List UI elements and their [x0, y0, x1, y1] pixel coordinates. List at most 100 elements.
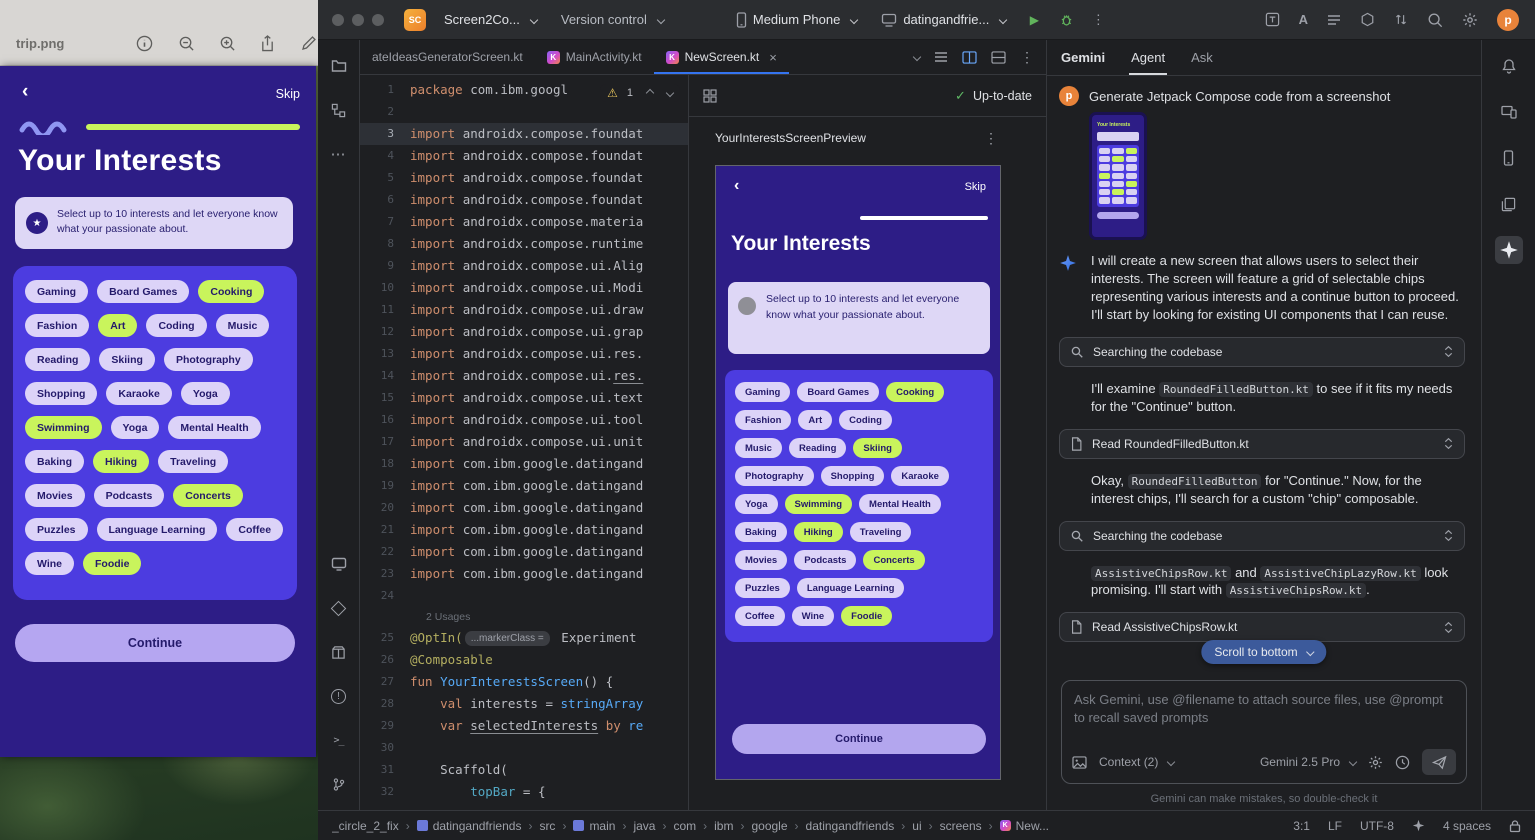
- tab-ask[interactable]: Ask: [1191, 40, 1213, 75]
- editor-tab[interactable]: ateIdeasGeneratorScreen.kt: [360, 40, 535, 74]
- zoom-out-icon[interactable]: [178, 35, 195, 52]
- expand-collapse-icon[interactable]: [1443, 621, 1454, 634]
- editor-tab[interactable]: KNewScreen.kt×: [654, 40, 789, 74]
- code-line[interactable]: 3import androidx.compose.foundat: [360, 123, 688, 145]
- build-icon[interactable]: [1360, 12, 1375, 27]
- breadcrumb-item[interactable]: datingandfriends: [417, 819, 522, 833]
- code-line[interactable]: 9import androidx.compose.ui.Alig: [360, 255, 688, 277]
- sync-icon[interactable]: [1394, 12, 1408, 27]
- app-inspection-icon[interactable]: [325, 638, 353, 666]
- scroll-to-bottom-button[interactable]: Scroll to bottom: [1201, 640, 1326, 664]
- breadcrumb-item[interactable]: ibm: [714, 819, 733, 833]
- tool-call-card[interactable]: Searching the codebase: [1059, 521, 1465, 551]
- breadcrumb-item[interactable]: com: [673, 819, 696, 833]
- resource-manager-icon[interactable]: [1495, 190, 1523, 218]
- editor-list-icon[interactable]: [934, 51, 948, 63]
- tool-call-card[interactable]: Read RoundedFilledButton.kt: [1059, 429, 1465, 459]
- code-line[interactable]: 24: [360, 585, 688, 607]
- breadcrumb-item[interactable]: ui: [912, 819, 921, 833]
- code-line[interactable]: 6import androidx.compose.foundat: [360, 189, 688, 211]
- prev-issue-icon[interactable]: [646, 89, 654, 97]
- code-line[interactable]: 26@Composable: [360, 649, 688, 671]
- more-tool-windows-icon[interactable]: ⋯: [325, 140, 353, 168]
- project-tool-icon[interactable]: [325, 52, 353, 80]
- breadcrumb-item[interactable]: main: [573, 819, 615, 833]
- code-line[interactable]: 14import androidx.compose.ui.res.: [360, 365, 688, 387]
- git-tool-icon[interactable]: [325, 770, 353, 798]
- zoom-in-icon[interactable]: [219, 35, 236, 52]
- code-line[interactable]: 22import com.ibm.google.datingand: [360, 541, 688, 563]
- code-line[interactable]: 11import androidx.compose.ui.draw: [360, 299, 688, 321]
- breadcrumb-item[interactable]: _circle_2_fix: [332, 819, 399, 833]
- breadcrumb-item[interactable]: datingandfriends: [806, 819, 895, 833]
- code-editor[interactable]: 1package com.ibm.googl23import androidx.…: [360, 75, 688, 810]
- editor-layout-icon[interactable]: [991, 51, 1006, 64]
- run-config-selector[interactable]: datingandfrie...: [873, 8, 1014, 31]
- code-line[interactable]: 15import androidx.compose.ui.text: [360, 387, 688, 409]
- breadcrumb-item[interactable]: KNew...: [1000, 819, 1049, 833]
- code-line[interactable]: 32 topBar = {: [360, 781, 688, 803]
- user-avatar[interactable]: p: [1497, 9, 1519, 31]
- vcs-selector[interactable]: Version control: [553, 8, 672, 31]
- app-insights-icon[interactable]: [325, 594, 353, 622]
- task-list-icon[interactable]: [1327, 14, 1341, 26]
- project-selector[interactable]: Screen2Co...: [436, 8, 545, 31]
- code-line[interactable]: 31 Scaffold(: [360, 759, 688, 781]
- terminal-icon[interactable]: >_: [325, 726, 353, 754]
- code-line[interactable]: 8import androidx.compose.runtime: [360, 233, 688, 255]
- code-line[interactable]: 30: [360, 737, 688, 759]
- code-line[interactable]: 13import androidx.compose.ui.res.: [360, 343, 688, 365]
- code-line[interactable]: 21import com.ibm.google.datingand: [360, 519, 688, 541]
- code-line[interactable]: 17import androidx.compose.ui.unit: [360, 431, 688, 453]
- structure-tool-icon[interactable]: [325, 96, 353, 124]
- indent-setting[interactable]: 4 spaces: [1443, 819, 1491, 833]
- code-line[interactable]: 23import com.ibm.google.datingand: [360, 563, 688, 585]
- code-line[interactable]: 16import androidx.compose.ui.tool: [360, 409, 688, 431]
- code-line[interactable]: 28 val interests = stringArray: [360, 693, 688, 715]
- usages-hint[interactable]: 2 Usages: [360, 607, 688, 627]
- device-manager-icon[interactable]: [1495, 144, 1523, 172]
- code-line[interactable]: 19import com.ibm.google.datingand: [360, 475, 688, 497]
- send-button[interactable]: [1422, 749, 1456, 775]
- attach-image-icon[interactable]: [1072, 756, 1087, 769]
- code-line[interactable]: 12import androidx.compose.ui.grap: [360, 321, 688, 343]
- more-run-options-icon[interactable]: ⋮: [1086, 7, 1110, 33]
- expand-collapse-icon[interactable]: [1443, 529, 1454, 542]
- running-devices-icon[interactable]: [325, 550, 353, 578]
- tab-agent[interactable]: Agent: [1131, 40, 1165, 75]
- window-zoom-button[interactable]: [372, 14, 384, 26]
- preview-options-icon[interactable]: ⋮: [984, 131, 998, 145]
- code-line[interactable]: 7import androidx.compose.materia: [360, 211, 688, 233]
- editor-options-icon[interactable]: ⋮: [1020, 50, 1034, 64]
- window-close-button[interactable]: [332, 14, 344, 26]
- line-separator[interactable]: LF: [1328, 819, 1342, 833]
- code-line[interactable]: 29 var selectedInterests by re: [360, 715, 688, 737]
- breadcrumb-item[interactable]: screens: [940, 819, 982, 833]
- gemini-tool-icon[interactable]: [1495, 236, 1523, 264]
- hidden-tabs-icon[interactable]: [913, 53, 921, 61]
- gemini-status-icon[interactable]: [1412, 819, 1425, 832]
- problems-icon[interactable]: !: [325, 682, 353, 710]
- prompt-input[interactable]: Ask Gemini, use @filename to attach sour…: [1061, 680, 1467, 784]
- info-icon[interactable]: [136, 35, 153, 52]
- breadcrumb-item[interactable]: google: [751, 819, 787, 833]
- breadcrumb-item[interactable]: java: [633, 819, 655, 833]
- readonly-lock-icon[interactable]: [1509, 819, 1521, 833]
- code-line[interactable]: 5import androidx.compose.foundat: [360, 167, 688, 189]
- history-icon[interactable]: [1395, 755, 1410, 770]
- markup-pencil-icon[interactable]: [301, 35, 317, 51]
- device-selector[interactable]: Medium Phone: [728, 8, 865, 32]
- editor-tab[interactable]: KMainActivity.kt: [535, 40, 654, 74]
- device-streaming-icon[interactable]: [1495, 98, 1523, 126]
- code-line[interactable]: 10import androidx.compose.ui.Modi: [360, 277, 688, 299]
- split-preview-icon[interactable]: [962, 51, 977, 64]
- model-selector[interactable]: Gemini 2.5 Pro: [1260, 755, 1356, 769]
- tool-call-card[interactable]: Searching the codebase: [1059, 337, 1465, 367]
- breadcrumb-item[interactable]: src: [539, 819, 555, 833]
- close-tab-icon[interactable]: ×: [769, 51, 777, 64]
- device-mirror-icon[interactable]: [1265, 12, 1280, 27]
- next-issue-icon[interactable]: [666, 89, 674, 97]
- expand-collapse-icon[interactable]: [1443, 437, 1454, 450]
- expand-collapse-icon[interactable]: [1443, 345, 1454, 358]
- window-minimize-button[interactable]: [352, 14, 364, 26]
